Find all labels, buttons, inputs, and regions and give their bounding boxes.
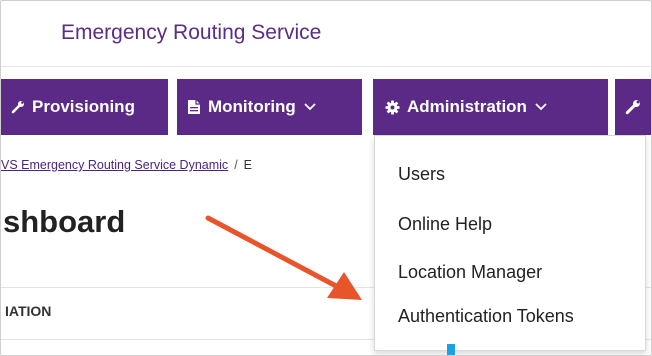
- breadcrumb-separator: /: [234, 158, 238, 172]
- chevron-down-icon: [304, 103, 316, 111]
- nav-provisioning[interactable]: Provisioning: [1, 79, 168, 135]
- breadcrumb-link[interactable]: VS Emergency Routing Service Dynamic: [1, 158, 228, 172]
- breadcrumb: VS Emergency Routing Service Dynamic / E: [1, 158, 252, 172]
- header-divider: [1, 66, 651, 67]
- app-title: Emergency Routing Service: [61, 21, 322, 44]
- main-navbar: Provisioning Monitoring Administration: [1, 79, 651, 135]
- cursor-marker: [447, 344, 455, 355]
- menu-item-location-manager[interactable]: Location Manager: [398, 262, 542, 283]
- document-icon: [187, 99, 201, 115]
- nav-administration[interactable]: Administration: [373, 79, 608, 135]
- menu-item-users[interactable]: Users: [398, 164, 445, 185]
- annotation-arrow: [205, 215, 362, 300]
- nav-monitoring-label: Monitoring: [208, 97, 296, 116]
- page-title: shboard: [3, 204, 126, 239]
- administration-dropdown-menu: Users Online Help Location Manager Authe…: [374, 135, 646, 351]
- wrench-icon: [11, 100, 25, 114]
- menu-item-authentication-tokens[interactable]: Authentication Tokens: [398, 306, 574, 327]
- app-window: Emergency Routing Service Provisioning M…: [0, 0, 652, 356]
- chevron-down-icon: [535, 103, 547, 111]
- nav-provisioning-label: Provisioning: [32, 97, 135, 116]
- nav-administration-label: Administration: [407, 97, 527, 116]
- wrench-icon: [625, 99, 641, 115]
- section-header: IATION: [5, 303, 52, 319]
- nav-tools[interactable]: [615, 79, 651, 135]
- menu-item-online-help[interactable]: Online Help: [398, 214, 492, 235]
- nav-monitoring[interactable]: Monitoring: [177, 79, 362, 135]
- breadcrumb-current: E: [243, 158, 253, 172]
- gear-icon: [385, 99, 400, 115]
